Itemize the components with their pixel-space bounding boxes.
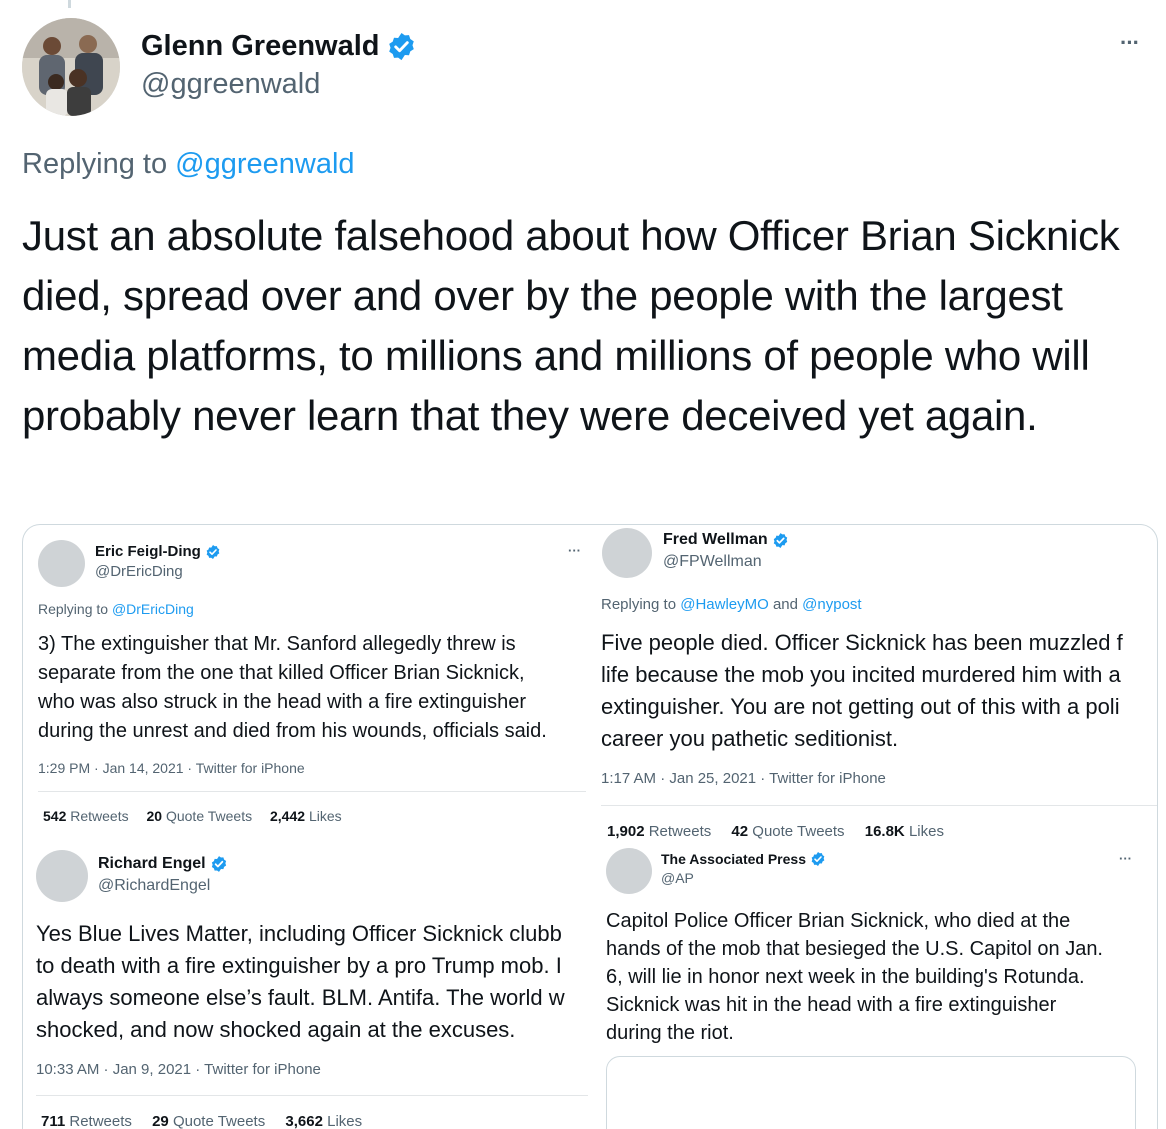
- wellman-tweet-text: Five people died. Officer Sicknick has b…: [601, 627, 1157, 755]
- wellman-quotes-label: Quote Tweets: [752, 823, 845, 840]
- ericding-tweet-text: 3) The extinguisher that Mr. Sanford all…: [38, 630, 598, 746]
- ericding-retweets-label: Retweets: [70, 808, 129, 824]
- verified-badge-icon: [773, 532, 787, 548]
- ap-name-row: The Associated Press: [661, 851, 826, 867]
- replying-to: Replying to @ggreenwald: [22, 148, 355, 181]
- engel-line: always someone else’s fault. BLM. Antifa…: [36, 985, 565, 1010]
- ericding-avatar: [38, 540, 85, 587]
- ericding-line: 3) The extinguisher that Mr. Sanford all…: [38, 633, 516, 655]
- wellman-line: extinguisher. You are not getting out of…: [601, 694, 1120, 719]
- author-avatar[interactable]: [22, 18, 120, 116]
- wellman-retweets-count: 1,902: [607, 823, 645, 840]
- ericding-name-row: Eric Feigl-Ding: [95, 543, 221, 560]
- ap-line: Sicknick was hit in the head with a fire…: [606, 994, 1057, 1016]
- verified-badge-icon: [206, 544, 220, 559]
- wellman-line: career you pathetic seditionist.: [601, 726, 899, 751]
- wellman-name-row: Fred Wellman: [663, 531, 789, 549]
- engel-avatar: [36, 850, 88, 902]
- ericding-divider: [38, 791, 586, 792]
- engel-name: Richard Engel: [98, 855, 206, 872]
- thread-line: [68, 0, 71, 8]
- ericding-line: during the unrest and died from his woun…: [38, 720, 547, 742]
- wellman-retweets-label: Retweets: [648, 823, 712, 840]
- engel-divider: [36, 1095, 588, 1096]
- ericding-line: who was also struck in the head with a f…: [38, 691, 527, 713]
- wellman-avatar: [602, 528, 652, 578]
- ap-handle: @AP: [661, 870, 694, 886]
- tweet-media-image[interactable]: Eric Feigl-Ding @DrEricDing ··· Replying…: [22, 524, 1158, 1129]
- engel-likes-label: Likes: [327, 1113, 363, 1129]
- ericding-likes-count: 2,442: [270, 808, 306, 824]
- engel-stats: 711 Retweets 29 Quote Tweets 3,662 Likes: [41, 1113, 362, 1129]
- engel-meta: 10:33 AM · Jan 9, 2021 · Twitter for iPh…: [36, 1061, 321, 1078]
- wellman-likes-label: Likes: [908, 823, 944, 840]
- replying-to-link[interactable]: @ggreenwald: [175, 148, 354, 180]
- ericding-likes-label: Likes: [308, 808, 342, 824]
- wellman-line: life because the mob you incited murdere…: [601, 662, 1121, 687]
- engel-tweet-text: Yes Blue Lives Matter, including Officer…: [36, 918, 588, 1046]
- ericding-replying-link: @DrEricDing: [111, 601, 194, 617]
- wellman-likes-count: 16.8K: [864, 823, 905, 840]
- ericding-line: separate from the one that killed Office…: [38, 662, 525, 684]
- engel-name-row: Richard Engel: [98, 855, 228, 873]
- wellman-meta: 1:17 AM · Jan 25, 2021 · Twitter for iPh…: [601, 770, 886, 787]
- wellman-divider: [601, 805, 1157, 806]
- ap-line: Capitol Police Officer Brian Sicknick, w…: [606, 910, 1071, 932]
- wellman-replying-to: Replying to @HawleyMO and @nypost: [601, 596, 862, 613]
- engel-quotes-count: 29: [152, 1113, 169, 1129]
- engel-retweets-label: Retweets: [69, 1113, 132, 1129]
- ap-line: during the riot.: [606, 1022, 734, 1044]
- wellman-replying-prefix: Replying to: [601, 596, 677, 613]
- ap-media-card: [606, 1056, 1136, 1129]
- author-name-row: Glenn Greenwald: [141, 28, 417, 64]
- engel-line: shocked, and now shocked again at the ex…: [36, 1017, 516, 1042]
- ap-avatar: [606, 848, 652, 894]
- wellman-replying-link: @HawleyMO: [680, 596, 769, 613]
- ap-name: The Associated Press: [661, 851, 806, 867]
- more-options-icon[interactable]: ···: [1120, 30, 1156, 55]
- verified-badge-icon: [211, 856, 226, 872]
- verified-badge-icon: [388, 32, 414, 60]
- tweet-text: Just an absolute falsehood about how Off…: [22, 212, 1120, 439]
- ericding-quotes-label: Quote Tweets: [165, 808, 253, 824]
- ap-tweet-text: Capitol Police Officer Brian Sicknick, w…: [606, 907, 1146, 1047]
- ericding-replying-prefix: Replying to: [38, 601, 109, 617]
- engel-likes-count: 3,662: [285, 1113, 323, 1129]
- ericding-retweets-count: 542: [43, 808, 67, 824]
- ap-more-icon: ···: [1119, 851, 1132, 866]
- ericding-meta: 1:29 PM · Jan 14, 2021 · Twitter for iPh…: [38, 760, 305, 776]
- wellman-line: Five people died. Officer Sicknick has b…: [601, 630, 1123, 655]
- wellman-quotes-count: 42: [731, 823, 749, 840]
- wellman-stats: 1,902 Retweets 42 Quote Tweets 16.8K Lik…: [607, 823, 944, 840]
- ap-line: hands of the mob that besieged the U.S. …: [606, 938, 1103, 960]
- wellman-replying-link: @nypost: [802, 596, 862, 613]
- ericding-name: Eric Feigl-Ding: [95, 543, 201, 560]
- engel-retweets-count: 711: [41, 1113, 66, 1129]
- wellman-name: Fred Wellman: [663, 531, 768, 548]
- ericding-more-icon: ···: [568, 543, 581, 558]
- wellman-handle: @FPWellman: [663, 553, 762, 570]
- author-name[interactable]: Glenn Greenwald: [141, 30, 380, 63]
- ap-line: 6, will lie in honor next week in the bu…: [606, 966, 1085, 988]
- ericding-handle: @DrEricDing: [95, 563, 183, 580]
- engel-line: to death with a fire extinguisher by a p…: [36, 953, 562, 978]
- ericding-stats: 542 Retweets 20 Quote Tweets 2,442 Likes: [43, 808, 342, 824]
- engel-line: Yes Blue Lives Matter, including Officer…: [36, 921, 562, 946]
- avatar-photo: [22, 18, 120, 116]
- engel-handle: @RichardEngel: [98, 877, 211, 894]
- wellman-replying-and: and: [772, 596, 798, 613]
- verified-badge-icon: [811, 852, 825, 866]
- author-handle[interactable]: @ggreenwald: [141, 68, 320, 101]
- engel-quotes-label: Quote Tweets: [172, 1113, 266, 1129]
- ericding-quotes-count: 20: [146, 808, 163, 824]
- replying-to-prefix: Replying to: [22, 148, 168, 180]
- ericding-replying-to: Replying to @DrEricDing: [38, 601, 194, 617]
